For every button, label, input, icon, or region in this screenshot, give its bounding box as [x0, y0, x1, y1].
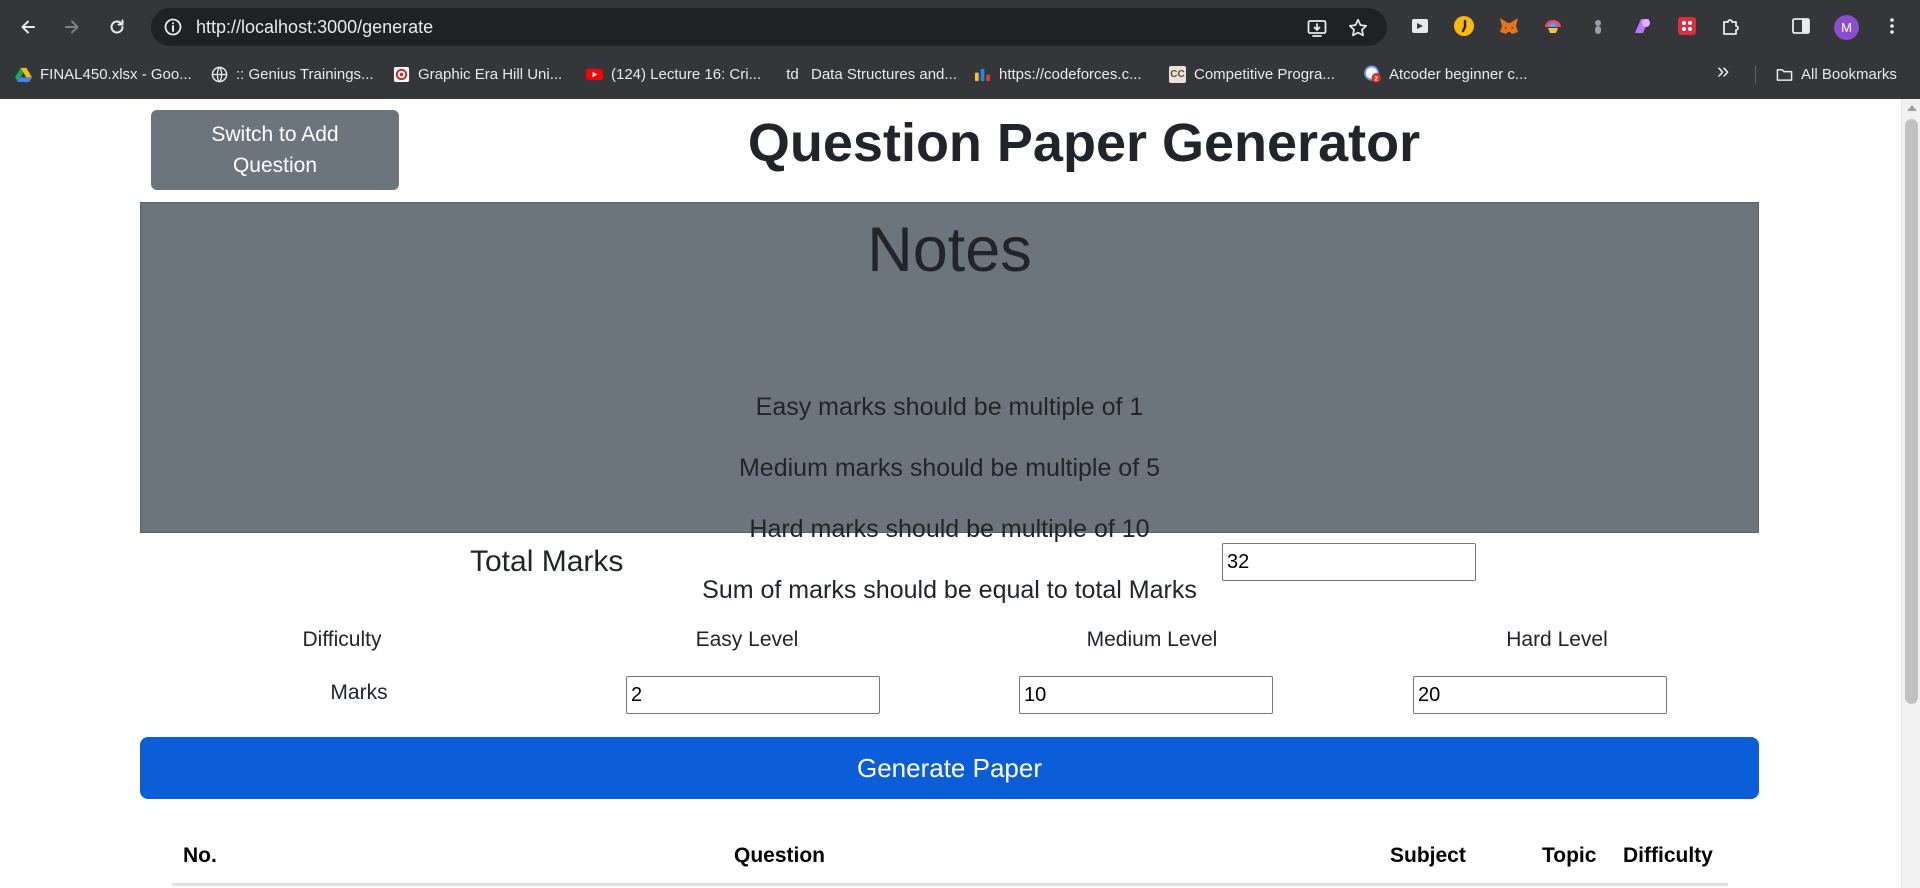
forward-button[interactable] — [58, 13, 86, 41]
folder-icon — [1776, 66, 1793, 83]
bookmark-item[interactable]: (124) Lecture 16: Cri... — [586, 61, 761, 87]
hard-level-label: Hard Level — [1506, 628, 1608, 651]
cc-logo-icon: CC — [1169, 65, 1186, 83]
hard-marks-input[interactable]: 20 — [1413, 676, 1667, 714]
medium-marks-input[interactable]: 10 — [1019, 676, 1273, 714]
scrollbar-thumb[interactable] — [1905, 119, 1918, 704]
arrow-right-icon — [65, 20, 79, 34]
table-header-subject: Subject — [1390, 844, 1466, 867]
bookmarks-overflow-button[interactable]: » — [1717, 58, 1729, 84]
bookmark-item[interactable]: FINAL450.xlsx - Goo... — [15, 61, 192, 87]
td-logo-icon: td — [786, 65, 799, 83]
url-text: http://localhost:3000/generate — [196, 17, 434, 37]
easy-marks-input[interactable]: 2 — [626, 676, 880, 714]
table-header-topic: Topic — [1542, 844, 1597, 867]
page-content: Switch to Add Question Question Paper Ge… — [0, 99, 1901, 888]
browser-chrome: http://localhost:3000/generate M FINAL45… — [0, 0, 1920, 99]
note-line: Easy marks should be multiple of 1 — [755, 393, 1144, 421]
google-drive-icon — [15, 66, 32, 83]
bookmarks-bar: FINAL450.xlsx - Goo... :: Genius Trainin… — [0, 57, 1920, 91]
extension-colorful-brain-icon[interactable] — [1541, 14, 1565, 38]
bookmarks-divider — [1755, 66, 1756, 84]
bookmark-item[interactable]: https://codeforces.c... — [974, 61, 1142, 87]
atcoder-icon: 2 — [1364, 65, 1381, 83]
marks-label: Marks — [330, 681, 388, 704]
all-bookmarks-button[interactable]: All Bookmarks — [1776, 61, 1897, 87]
extension-red-grid-icon[interactable] — [1675, 14, 1699, 38]
easy-level-label: Easy Level — [695, 628, 799, 651]
address-bar[interactable]: http://localhost:3000/generate — [151, 8, 1387, 46]
scroll-up-arrow-icon[interactable] — [1907, 105, 1917, 111]
extension-yellow-icon[interactable] — [1452, 14, 1476, 38]
site-info-icon[interactable] — [163, 17, 183, 37]
reload-button[interactable] — [103, 13, 131, 41]
page-scrollbar[interactable] — [1901, 99, 1920, 888]
arrow-left-icon — [21, 20, 35, 34]
difficulty-label: Difficulty — [302, 628, 382, 651]
page-title: Question Paper Generator — [747, 113, 1421, 173]
metamask-icon[interactable] — [1497, 14, 1521, 38]
youtube-icon — [586, 66, 603, 83]
back-button[interactable] — [14, 13, 42, 41]
table-header-question: Question — [734, 844, 826, 867]
side-panel-icon[interactable] — [1789, 14, 1813, 38]
extension-purple-icon[interactable] — [1630, 14, 1654, 38]
table-header-difficulty: Difficulty — [1623, 844, 1713, 867]
table-header-no: No. — [183, 844, 217, 867]
install-app-icon[interactable] — [1306, 17, 1328, 39]
notes-title: Notes — [867, 215, 1032, 285]
profile-avatar[interactable]: M — [1834, 15, 1859, 40]
note-line: Medium marks should be multiple of 5 — [738, 454, 1161, 482]
total-marks-input[interactable]: 32 — [1222, 543, 1476, 581]
bookmark-item[interactable]: 2 Atcoder beginner c... — [1364, 61, 1527, 87]
bookmark-item[interactable]: Graphic Era Hill Uni... — [393, 61, 562, 87]
extension-gray-icon[interactable] — [1586, 14, 1610, 38]
bookmark-item[interactable]: :: Genius Trainings... — [211, 61, 374, 87]
table-header-divider — [172, 883, 1728, 886]
generate-paper-button[interactable]: Generate Paper — [140, 737, 1759, 799]
notes-panel: Notes Easy marks should be multiple of 1… — [140, 202, 1759, 604]
svg-text:2: 2 — [1374, 76, 1378, 83]
menu-kebab-icon[interactable] — [1880, 14, 1904, 38]
bookmark-star-icon[interactable] — [1347, 17, 1369, 39]
codeforces-icon — [974, 66, 991, 83]
extensions-puzzle-icon[interactable] — [1719, 14, 1743, 38]
medium-level-label: Medium Level — [1086, 628, 1218, 651]
total-marks-label: Total Marks — [470, 545, 624, 578]
university-logo-icon — [393, 66, 410, 83]
bookmark-item[interactable]: CC Competitive Progra... — [1169, 61, 1335, 87]
note-line: Hard marks should be multiple of 10 — [749, 515, 1150, 543]
globe-icon — [211, 66, 228, 83]
reload-icon — [110, 19, 124, 34]
extension-media-icon[interactable] — [1408, 14, 1432, 38]
note-line: Sum of marks should be equal to total Ma… — [702, 576, 1197, 604]
bookmark-item[interactable]: td Data Structures and... — [782, 61, 957, 87]
switch-to-add-question-button[interactable]: Switch to Add Question — [151, 110, 399, 190]
